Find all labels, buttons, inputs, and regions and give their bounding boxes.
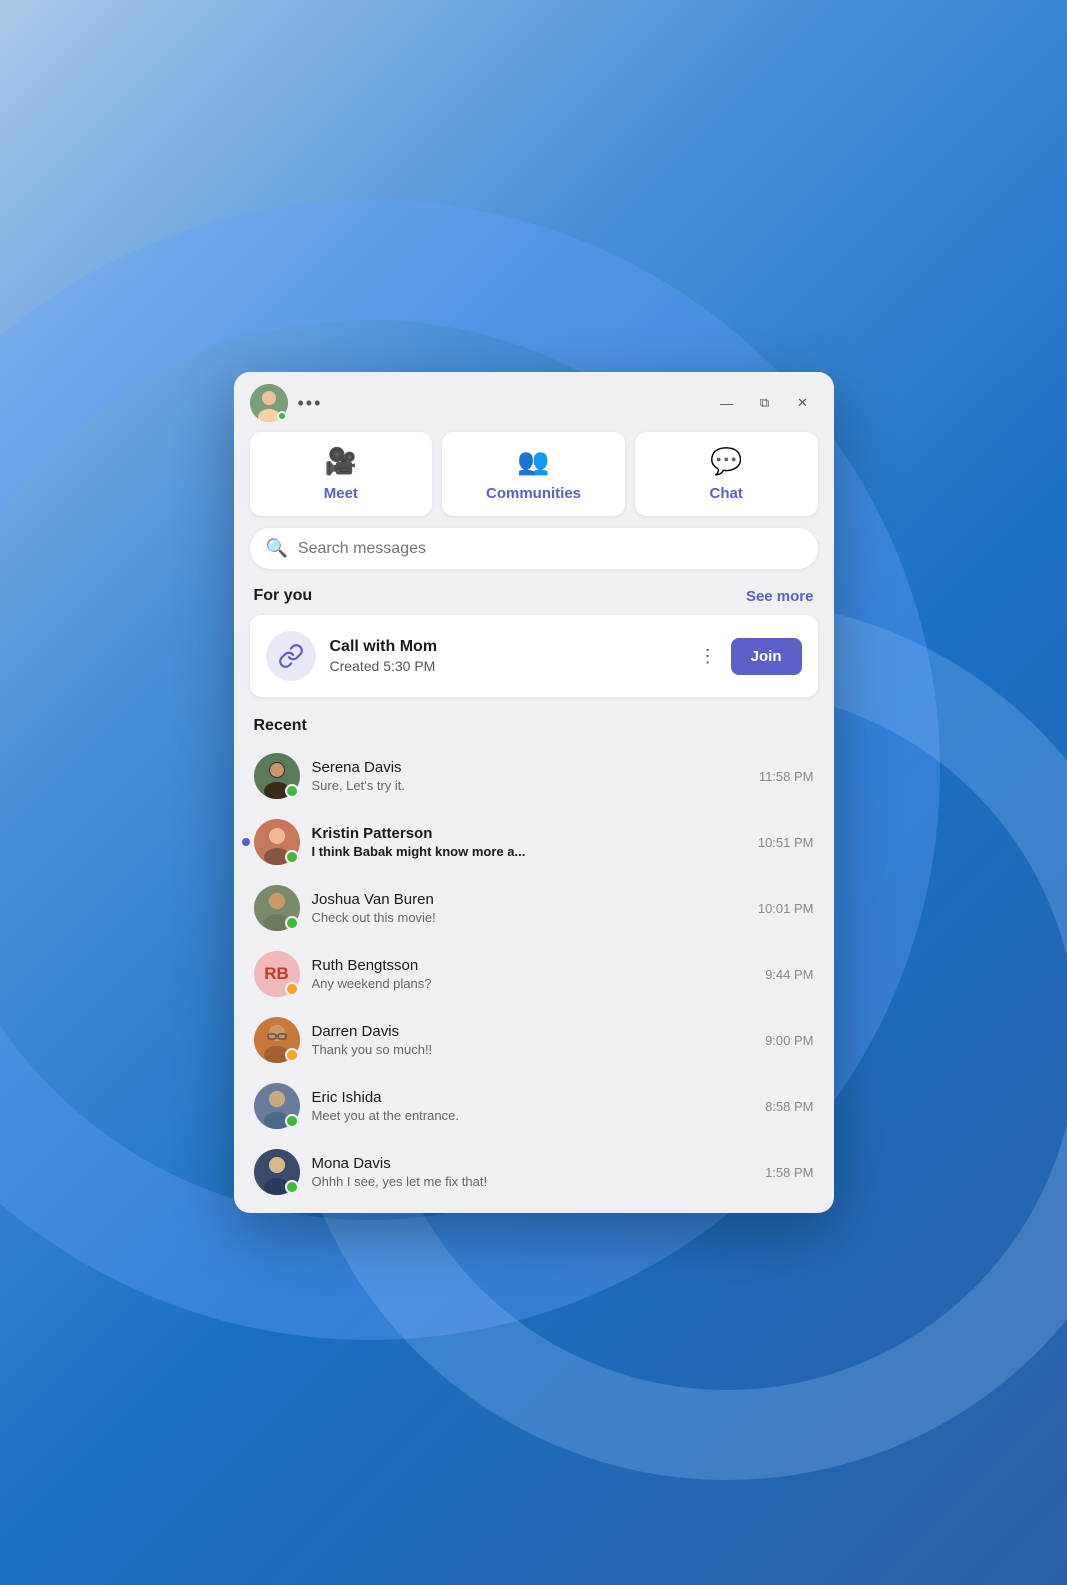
avatar-wrap-kristin xyxy=(254,819,300,865)
chat-item-serena[interactable]: Serena Davis Sure, Let's try it. 11:58 P… xyxy=(242,743,826,809)
see-more-button[interactable]: See more xyxy=(746,588,814,605)
chat-content-darren: Darren Davis Thank you so much!! xyxy=(312,1023,754,1057)
status-ruth xyxy=(285,982,299,996)
chat-content-ruth: Ruth Bengtsson Any weekend plans? xyxy=(312,957,754,991)
chat-preview-darren: Thank you so much!! xyxy=(312,1042,754,1057)
chat-time-eric: 8:58 PM xyxy=(765,1099,813,1114)
call-card: Call with Mom Created 5:30 PM ⋮ Join xyxy=(250,615,818,697)
chat-time-ruth: 9:44 PM xyxy=(765,967,813,982)
window-controls: — ⧉ ✕ xyxy=(712,392,818,414)
call-info: Call with Mom Created 5:30 PM xyxy=(330,638,681,674)
user-status-dot xyxy=(277,411,287,421)
chat-time-kristin: 10:51 PM xyxy=(758,835,814,850)
chat-item-kristin[interactable]: Kristin Patterson I think Babak might kn… xyxy=(242,809,826,875)
chat-content-joshua: Joshua Van Buren Check out this movie! xyxy=(312,891,746,925)
chat-name-ruth: Ruth Bengtsson xyxy=(312,957,754,974)
chat-preview-kristin: I think Babak might know more a... xyxy=(312,844,746,859)
for-you-section-header: For you See more xyxy=(234,583,834,615)
chat-time-serena: 11:58 PM xyxy=(759,769,814,784)
chat-preview-ruth: Any weekend plans? xyxy=(312,976,754,991)
chat-content-kristin: Kristin Patterson I think Babak might kn… xyxy=(312,825,746,859)
call-title: Call with Mom xyxy=(330,638,681,656)
status-joshua xyxy=(285,916,299,930)
nav-tabs: 🎥 Meet 👥 Communities 💬 Chat xyxy=(234,432,834,528)
chat-item-joshua[interactable]: Joshua Van Buren Check out this movie! 1… xyxy=(242,875,826,941)
chat-preview-serena: Sure, Let's try it. xyxy=(312,778,747,793)
chat-list: Serena Davis Sure, Let's try it. 11:58 P… xyxy=(234,743,834,1205)
chat-preview-mona: Ohhh I see, yes let me fix that! xyxy=(312,1174,754,1189)
chat-name-eric: Eric Ishida xyxy=(312,1089,754,1106)
chat-time-joshua: 10:01 PM xyxy=(758,901,814,916)
communities-icon: 👥 xyxy=(517,446,549,477)
search-icon: 🔍 xyxy=(266,538,288,559)
maximize-button[interactable]: ⧉ xyxy=(750,392,780,414)
status-mona xyxy=(285,1180,299,1194)
minimize-button[interactable]: — xyxy=(712,392,742,414)
chat-preview-joshua: Check out this movie! xyxy=(312,910,746,925)
tab-meet[interactable]: 🎥 Meet xyxy=(250,432,433,516)
chat-icon: 💬 xyxy=(710,446,742,477)
chat-item-darren[interactable]: Darren Davis Thank you so much!! 9:00 PM xyxy=(242,1007,826,1073)
chat-item-eric[interactable]: Eric Ishida Meet you at the entrance. 8:… xyxy=(242,1073,826,1139)
join-button[interactable]: Join xyxy=(731,638,802,675)
chat-content-serena: Serena Davis Sure, Let's try it. xyxy=(312,759,747,793)
chat-item-mona[interactable]: Mona Davis Ohhh I see, yes let me fix th… xyxy=(242,1139,826,1205)
tab-chat[interactable]: 💬 Chat xyxy=(635,432,818,516)
chat-name-joshua: Joshua Van Buren xyxy=(312,891,746,908)
recent-title: Recent xyxy=(234,713,834,743)
chat-name-darren: Darren Davis xyxy=(312,1023,754,1040)
search-bar[interactable]: 🔍 xyxy=(250,528,818,569)
avatar-wrap-eric xyxy=(254,1083,300,1129)
call-actions: ⋮ Join xyxy=(695,638,802,675)
call-icon xyxy=(266,631,316,681)
status-kristin xyxy=(285,850,299,864)
avatar-wrap-serena xyxy=(254,753,300,799)
app-window: ••• — ⧉ ✕ 🎥 Meet 👥 Communities 💬 Chat 🔍 … xyxy=(234,372,834,1213)
communities-label: Communities xyxy=(486,485,581,502)
titlebar: ••• — ⧉ ✕ xyxy=(234,372,834,432)
chat-preview-eric: Meet you at the entrance. xyxy=(312,1108,754,1123)
titlebar-left: ••• xyxy=(250,384,323,422)
avatar-wrap-mona xyxy=(254,1149,300,1195)
avatar-wrap-ruth: RB xyxy=(254,951,300,997)
chat-name-kristin: Kristin Patterson xyxy=(312,825,746,842)
status-serena xyxy=(285,784,299,798)
chat-label: Chat xyxy=(710,485,743,502)
user-avatar-container[interactable] xyxy=(250,384,288,422)
chat-item-ruth[interactable]: RB Ruth Bengtsson Any weekend plans? 9:4… xyxy=(242,941,826,1007)
close-button[interactable]: ✕ xyxy=(788,392,818,414)
more-options-button[interactable]: ••• xyxy=(298,393,323,414)
for-you-title: For you xyxy=(254,587,313,605)
status-darren xyxy=(285,1048,299,1062)
avatar-wrap-darren xyxy=(254,1017,300,1063)
call-subtitle: Created 5:30 PM xyxy=(330,658,681,674)
tab-communities[interactable]: 👥 Communities xyxy=(442,432,625,516)
status-eric xyxy=(285,1114,299,1128)
chat-time-darren: 9:00 PM xyxy=(765,1033,813,1048)
chat-name-serena: Serena Davis xyxy=(312,759,747,776)
unread-dot-kristin xyxy=(242,838,250,846)
chat-content-eric: Eric Ishida Meet you at the entrance. xyxy=(312,1089,754,1123)
search-input[interactable] xyxy=(298,540,802,558)
call-more-button[interactable]: ⋮ xyxy=(695,642,721,671)
meet-icon: 🎥 xyxy=(325,446,357,477)
meet-label: Meet xyxy=(324,485,358,502)
avatar-wrap-joshua xyxy=(254,885,300,931)
chat-name-mona: Mona Davis xyxy=(312,1155,754,1172)
chat-content-mona: Mona Davis Ohhh I see, yes let me fix th… xyxy=(312,1155,754,1189)
chat-time-mona: 1:58 PM xyxy=(765,1165,813,1180)
